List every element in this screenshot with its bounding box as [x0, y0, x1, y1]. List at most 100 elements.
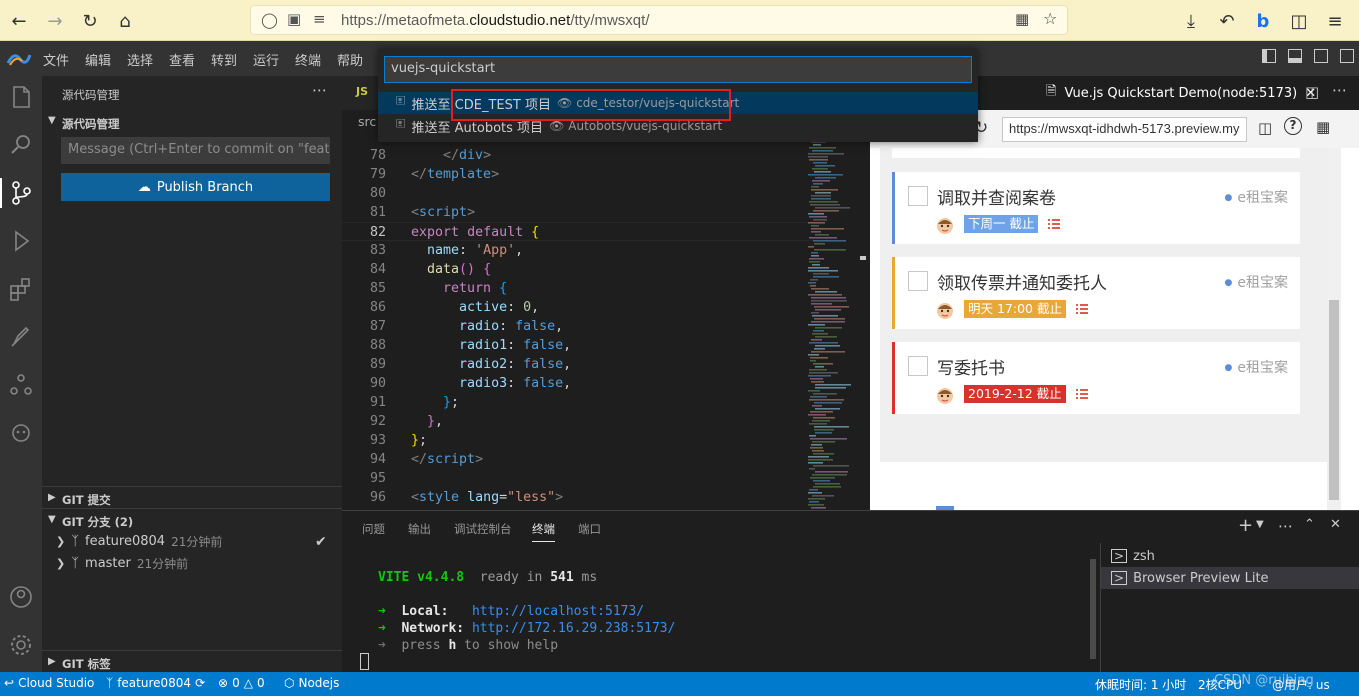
chevron-right-icon[interactable]: ▶	[48, 492, 56, 503]
toggle-sidebar-icon[interactable]	[1262, 49, 1276, 63]
devtools-icon[interactable]: ◫	[1258, 119, 1272, 137]
todo-category[interactable]: e租宝案	[1225, 272, 1288, 292]
extensions-icon[interactable]	[6, 274, 36, 304]
code-line[interactable]: 90 radio3: false,	[342, 374, 812, 393]
chevron-down-icon[interactable]: ▼	[48, 514, 56, 525]
split-editor-icon[interactable]: ◫	[1305, 83, 1319, 101]
forward-icon[interactable]: →	[42, 8, 68, 34]
chevron-down-icon[interactable]: ▼	[1256, 519, 1264, 530]
preview-tab[interactable]: 🗎 Vue.js Quickstart Demo(node:5173) ✕	[1032, 76, 1316, 110]
chevron-down-icon[interactable]: ▼	[48, 115, 56, 126]
more-actions-icon[interactable]: ⋯	[1332, 81, 1347, 99]
preview-url-input[interactable]: https://mwsxqt-idhdwh-5173.preview.my	[1002, 117, 1247, 142]
code-line[interactable]: 93};	[342, 431, 812, 450]
code-line[interactable]: 78 </div>	[342, 146, 812, 165]
code-line[interactable]: 89 radio2: false,	[342, 355, 812, 374]
branch-item[interactable]: ❯ ᛉ master 21分钟前	[56, 555, 188, 572]
scm-section-title[interactable]: 源代码管理	[62, 116, 120, 132]
tab-terminal[interactable]: 终端	[532, 521, 555, 542]
chevron-right-icon[interactable]: ▶	[48, 656, 56, 667]
download-icon[interactable]: ⤓	[1178, 8, 1204, 34]
qr-code-icon[interactable]: ▦	[1316, 118, 1330, 136]
menu-edit[interactable]: 编辑	[85, 50, 111, 69]
customize-layout-icon[interactable]	[1340, 49, 1354, 63]
branch-item[interactable]: ❯ ᛉ feature0804 21分钟前	[56, 533, 222, 550]
status-problems[interactable]: ⊗ 0 △ 0	[218, 676, 265, 690]
status-sleep-time[interactable]: 休眠时间: 1 小时	[1095, 676, 1186, 693]
breadcrumb-src[interactable]: src	[358, 114, 376, 129]
cloud-nodes-icon[interactable]	[6, 370, 36, 400]
help-icon[interactable]: ?	[1284, 117, 1302, 135]
terminal-scrollbar[interactable]	[1090, 559, 1096, 659]
code-line[interactable]: 88 radio1: false,	[342, 336, 812, 355]
code-line[interactable]: 92 },	[342, 412, 812, 431]
tab-debug-console[interactable]: 调试控制台	[454, 521, 512, 537]
code-line[interactable]: 86 active: 0,	[342, 298, 812, 317]
menu-view[interactable]: 查看	[169, 50, 195, 69]
tab-output[interactable]: 输出	[408, 521, 431, 537]
todo-category[interactable]: e租宝案	[1225, 357, 1288, 377]
palette-input[interactable]: vuejs-quickstart	[384, 56, 972, 83]
bing-icon[interactable]: b	[1250, 8, 1276, 34]
more-actions-icon[interactable]: ⋯	[312, 81, 327, 99]
code-line[interactable]: 79 </template>	[342, 165, 812, 184]
todo-checkbox[interactable]	[908, 356, 928, 376]
deploy-rocket-icon[interactable]	[6, 322, 36, 352]
home-icon[interactable]: ⌂	[112, 8, 138, 34]
git-commits-section[interactable]: GIT 提交	[62, 492, 111, 508]
tab-problems[interactable]: 问题	[362, 521, 385, 537]
source-control-icon[interactable]	[6, 178, 36, 208]
address-bar[interactable]: ◯ ▣ ≡ https://metaofmeta.cloudstudio.net…	[250, 5, 1068, 35]
todo-card[interactable]: 领取传票并通知委托人 e租宝案明天 17:00 截止	[892, 257, 1300, 329]
qr-code-icon[interactable]: ▦	[1015, 10, 1029, 28]
code-line[interactable]: 82 export default {	[342, 222, 812, 241]
editor-tab-js[interactable]: JS	[356, 85, 368, 98]
run-debug-icon[interactable]	[6, 226, 36, 256]
back-icon[interactable]: ←	[6, 8, 32, 34]
code-line[interactable]: 81 <script>	[342, 203, 812, 222]
scroll-thumb[interactable]	[1329, 300, 1339, 500]
todo-checkbox[interactable]	[908, 271, 928, 291]
menu-run[interactable]: 运行	[253, 50, 279, 69]
more-actions-icon[interactable]: ⋯	[1278, 517, 1293, 535]
menu-selection[interactable]: 选择	[127, 50, 153, 69]
status-branch[interactable]: ᛉ feature0804 ⟳	[106, 676, 205, 690]
menu-help[interactable]: 帮助	[337, 50, 363, 69]
settings-gear-icon[interactable]	[6, 630, 36, 660]
extensions-icon[interactable]: ◫	[1286, 8, 1312, 34]
git-tags-section[interactable]: GIT 标签	[62, 656, 111, 672]
publish-branch-button[interactable]: ☁ Publish Branch	[61, 173, 330, 201]
todo-checkbox[interactable]	[908, 186, 928, 206]
todo-card[interactable]: 调取并查阅案卷 e租宝案下周一 截止	[892, 172, 1300, 244]
maximize-panel-icon[interactable]: ⌃	[1304, 517, 1315, 532]
minimap[interactable]	[808, 132, 858, 510]
tab-ports[interactable]: 端口	[578, 521, 601, 537]
search-icon[interactable]	[6, 130, 36, 160]
code-line[interactable]: 96 <style lang="less">	[342, 488, 812, 507]
code-line[interactable]: 84 data() {	[342, 260, 812, 279]
code-line[interactable]: 87 radio: false,	[342, 317, 812, 336]
git-branches-section[interactable]: GIT 分支 (2)	[62, 514, 133, 530]
close-panel-icon[interactable]: ✕	[1330, 517, 1341, 532]
code-line[interactable]: 91 };	[342, 393, 812, 412]
code-line[interactable]: 85 return {	[342, 279, 812, 298]
explorer-icon[interactable]	[6, 82, 36, 112]
toggle-panel-icon[interactable]	[1288, 49, 1302, 63]
terminal-item-browser-preview[interactable]: > Browser Preview Lite	[1101, 567, 1359, 589]
browser-menu-icon[interactable]: ≡	[1322, 8, 1348, 34]
status-remote[interactable]: ↩ Cloud Studio	[4, 676, 94, 690]
menu-file[interactable]: 文件	[43, 50, 69, 69]
code-line[interactable]: 95	[342, 469, 812, 488]
toggle-secondary-sidebar-icon[interactable]	[1314, 49, 1328, 63]
code-line[interactable]: 80	[342, 184, 812, 203]
account-icon[interactable]	[6, 582, 36, 612]
terminal-item-zsh[interactable]: > zsh	[1101, 545, 1359, 567]
bookmark-star-icon[interactable]: ☆	[1043, 9, 1057, 28]
todo-category[interactable]: e租宝案	[1225, 187, 1288, 207]
code-line[interactable]: 83 name: 'App',	[342, 241, 812, 260]
menu-go[interactable]: 转到	[211, 50, 237, 69]
new-terminal-icon[interactable]: +	[1238, 515, 1253, 536]
status-runtime[interactable]: ⬡ Nodejs	[284, 676, 339, 690]
commit-message-input[interactable]: Message (Ctrl+Enter to commit on "featur…	[61, 137, 330, 164]
preview-scrollbar[interactable]	[1327, 148, 1341, 510]
